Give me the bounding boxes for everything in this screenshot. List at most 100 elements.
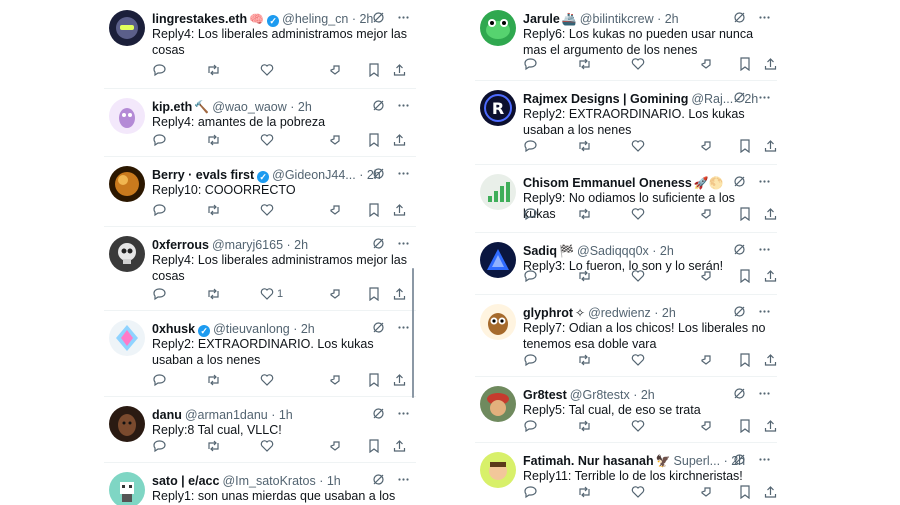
woman-portrait-avatar[interactable] [109,406,145,442]
downvote-button[interactable] [699,484,713,500]
reply-tweet[interactable]: Jarule 🚢 @bilintikcrew · 2h Reply6: Los kuk… [475,0,777,81]
bookmark-button[interactable] [739,484,751,500]
bookmark-button[interactable] [739,206,751,222]
more-icon[interactable] [397,407,410,423]
display-name[interactable]: Sadiq [523,244,557,258]
like-button[interactable] [260,202,274,218]
like-button[interactable] [631,138,645,154]
like-button[interactable] [631,418,645,434]
retweet-button[interactable] [206,286,221,302]
share-button[interactable] [764,268,777,284]
downvote-button[interactable] [328,202,342,218]
more-icon[interactable] [758,11,771,27]
retweet-button[interactable] [206,62,221,78]
grok-icon[interactable] [733,243,746,259]
display-name[interactable]: Fatimah. Nur hasanah [523,454,654,468]
timestamp[interactable]: 2h [298,100,312,114]
downvote-button[interactable] [699,268,713,284]
grok-icon[interactable] [372,237,385,253]
reply-tweet[interactable]: Sadiq 🏁 @Sadiqqq0x · 2h Reply3: Lo fueron, … [475,232,777,295]
reply-button[interactable] [523,418,537,434]
grok-icon[interactable] [372,407,385,423]
user-handle[interactable]: @bilintikcrew [580,12,654,26]
reply-tweet[interactable]: 0xhusk ✓ @tieuvanlong · 2h Reply2: EXTRAORD… [104,310,416,397]
purple-character-avatar[interactable] [109,98,145,134]
grok-icon[interactable] [733,453,746,469]
grok-icon[interactable] [733,91,746,107]
reply-button[interactable] [152,132,166,148]
reply-tweet[interactable]: danu @arman1danu · 1h Reply:8 Tal cual, VL… [104,396,416,463]
user-handle[interactable]: @redwienz [588,306,651,320]
reply-button[interactable] [152,286,166,302]
display-name[interactable]: Chisom Emmanuel Oneness [523,176,692,190]
user-handle[interactable]: @Sadiqqq0x [577,244,649,258]
like-button[interactable] [631,268,645,284]
share-button[interactable] [393,286,406,302]
share-button[interactable] [764,484,777,500]
timestamp[interactable]: 1h [279,408,293,422]
reply-tweet[interactable]: lingrestakes.eth 🧠 ✓ @heling_cn · 2h Reply4:… [104,0,416,89]
user-handle[interactable]: @Raj... [691,92,733,106]
share-button[interactable] [393,62,406,78]
reply-button[interactable] [523,138,537,154]
scrollbar[interactable] [412,268,414,398]
timestamp[interactable]: 2h [662,306,676,320]
downvote-button[interactable] [328,372,342,388]
reply-tweet[interactable]: glyphrot ✧ @redwienz · 2h Reply7: Odian a l… [475,294,777,377]
retweet-button[interactable] [206,438,221,454]
grok-icon[interactable] [372,321,385,337]
user-handle[interactable]: @wao_waow [212,100,287,114]
display-name[interactable]: sato | e/acc [152,474,219,488]
more-icon[interactable] [758,91,771,107]
more-icon[interactable] [758,453,771,469]
reply-tweet[interactable]: kip.eth 🔨 @wao_waow · 2h Reply4: amantes de… [104,88,416,157]
reply-button[interactable] [523,352,537,368]
bookmark-button[interactable] [739,138,751,154]
timestamp[interactable]: 2h [301,322,315,336]
share-button[interactable] [764,206,777,222]
retweet-button[interactable] [577,418,592,434]
grok-icon[interactable] [372,99,385,115]
reply-button[interactable] [523,268,537,284]
bookmark-button[interactable] [739,352,751,368]
cartoon-man-avatar[interactable] [480,452,516,488]
neon-face-avatar[interactable] [109,320,145,356]
reply-tweet[interactable]: sato | e/acc @Im_satoKratos · 1h Reply1: s… [104,462,416,505]
grok-icon[interactable] [733,11,746,27]
bookmark-button[interactable] [368,438,380,454]
green-frog-avatar[interactable] [480,10,516,46]
reply-tweet[interactable]: Fatimah. Nur hasanah🦅Superl... · 2hReply… [475,442,777,505]
downvote-button[interactable] [699,418,713,434]
robot-avatar[interactable] [109,10,145,46]
share-button[interactable] [764,138,777,154]
user-handle[interactable]: @Gr8testx [570,388,630,402]
timestamp[interactable]: 2h [294,238,308,252]
downvote-button[interactable] [699,56,713,72]
user-handle[interactable]: @arman1danu [185,408,268,422]
grok-icon[interactable] [372,167,385,183]
reply-button[interactable] [152,438,166,454]
user-handle[interactable]: @GideonJ44... [272,168,356,182]
like-button[interactable] [260,62,274,78]
like-button[interactable] [260,438,274,454]
downvote-button[interactable] [699,206,713,222]
user-handle[interactable]: @tieuvanlong [213,322,290,336]
reply-button[interactable] [152,372,166,388]
retweet-button[interactable] [577,484,592,500]
more-icon[interactable] [758,175,771,191]
user-handle[interactable]: @maryj6165 [212,238,283,252]
grok-icon[interactable] [733,387,746,403]
bookmark-button[interactable] [368,372,380,388]
like-button[interactable] [631,484,645,500]
share-button[interactable] [764,418,777,434]
user-handle[interactable]: Superl... [674,454,721,468]
display-name[interactable]: 0xferrous [152,238,209,252]
retweet-button[interactable] [577,206,592,222]
user-handle[interactable]: @heling_cn [282,12,348,26]
chart-avatar[interactable] [480,174,516,210]
display-name[interactable]: 0xhusk [152,322,195,336]
user-handle[interactable]: @Im_satoKratos [222,474,315,488]
planet-avatar[interactable] [109,166,145,202]
downvote-button[interactable] [328,438,342,454]
grok-icon[interactable] [733,175,746,191]
